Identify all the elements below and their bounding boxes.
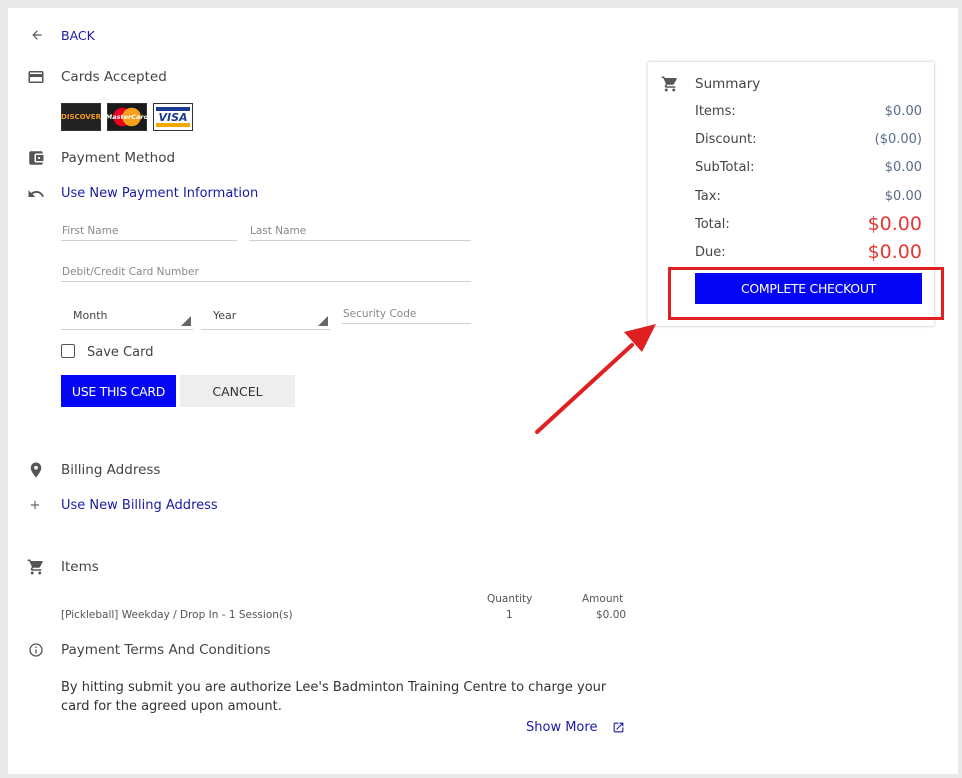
dropdown-triangle-icon bbox=[181, 316, 191, 326]
back-link[interactable]: BACK bbox=[61, 28, 95, 43]
cart-icon bbox=[27, 558, 45, 576]
summary-due-value: $0.00 bbox=[867, 241, 922, 263]
amount-column-header: Amount bbox=[582, 593, 624, 605]
summary-total-value: $0.00 bbox=[867, 213, 922, 235]
cart-icon bbox=[661, 75, 679, 93]
cards-accepted-title: Cards Accepted bbox=[61, 69, 167, 85]
item-amount: $0.00 bbox=[596, 609, 627, 621]
summary-subtotal-value: $0.00 bbox=[884, 160, 922, 175]
last-name-input[interactable] bbox=[249, 225, 471, 237]
summary-subtotal-row: SubTotal: $0.00 bbox=[695, 160, 922, 175]
first-name-field[interactable] bbox=[61, 219, 237, 241]
summary-discount-row: Discount: ($0.00) bbox=[695, 132, 922, 147]
summary-due-row: Due: $0.00 bbox=[695, 241, 922, 263]
location-pin-icon bbox=[27, 461, 45, 479]
summary-tax-label: Tax: bbox=[695, 189, 721, 204]
card-number-input[interactable] bbox=[61, 266, 471, 278]
undo-icon bbox=[27, 185, 45, 203]
info-icon bbox=[28, 642, 44, 658]
security-code-input[interactable] bbox=[342, 308, 471, 320]
summary-tax-row: Tax: $0.00 bbox=[695, 189, 922, 204]
item-quantity: 1 bbox=[506, 609, 513, 621]
month-select[interactable]: Month bbox=[61, 309, 193, 330]
summary-items-label: Items: bbox=[695, 104, 736, 119]
visa-logo: VISA bbox=[153, 103, 193, 131]
first-name-input[interactable] bbox=[61, 225, 237, 237]
summary-discount-value: ($0.00) bbox=[874, 132, 922, 147]
security-code-field[interactable] bbox=[342, 302, 471, 324]
cancel-button[interactable]: CANCEL bbox=[180, 375, 295, 407]
month-select-value: Month bbox=[73, 309, 108, 322]
use-this-card-button[interactable]: USE THIS CARD bbox=[61, 375, 176, 407]
summary-discount-label: Discount: bbox=[695, 132, 757, 147]
save-card-checkbox[interactable] bbox=[61, 344, 75, 358]
external-link-icon[interactable] bbox=[612, 721, 625, 734]
arrow-left-icon[interactable] bbox=[30, 28, 44, 42]
payment-method-title: Payment Method bbox=[61, 150, 176, 166]
wallet-icon bbox=[27, 149, 45, 167]
use-new-billing-link[interactable]: Use New Billing Address bbox=[61, 498, 218, 513]
summary-total-label: Total: bbox=[695, 217, 730, 232]
quantity-column-header: Quantity bbox=[487, 593, 533, 605]
annotation-highlight-box bbox=[668, 267, 944, 320]
mastercard-logo: MasterCard bbox=[106, 103, 148, 131]
checkout-page: BACK Cards Accepted DISCOVER MasterCard … bbox=[8, 8, 958, 774]
last-name-field[interactable] bbox=[249, 219, 471, 241]
discover-logo: DISCOVER bbox=[61, 103, 101, 131]
summary-due-label: Due: bbox=[695, 245, 726, 260]
plus-icon bbox=[28, 498, 42, 512]
card-number-field[interactable] bbox=[61, 260, 471, 282]
use-new-payment-link[interactable]: Use New Payment Information bbox=[61, 186, 258, 201]
summary-items-value: $0.00 bbox=[884, 104, 922, 119]
summary-total-row: Total: $0.00 bbox=[695, 213, 922, 235]
annotation-arrow bbox=[535, 324, 656, 434]
billing-address-title: Billing Address bbox=[61, 462, 161, 478]
items-title: Items bbox=[61, 559, 99, 575]
summary-title: Summary bbox=[695, 76, 761, 92]
summary-subtotal-label: SubTotal: bbox=[695, 160, 755, 175]
terms-title: Payment Terms And Conditions bbox=[61, 642, 271, 658]
item-name: [Pickleball] Weekday / Drop In - 1 Sessi… bbox=[61, 609, 293, 621]
summary-items-row: Items: $0.00 bbox=[695, 104, 922, 119]
credit-card-icon bbox=[27, 68, 45, 86]
year-select-value: Year bbox=[213, 309, 237, 322]
year-select[interactable]: Year bbox=[201, 309, 330, 330]
show-more-link[interactable]: Show More bbox=[526, 720, 597, 735]
save-card-label: Save Card bbox=[87, 345, 154, 360]
dropdown-triangle-icon bbox=[318, 316, 328, 326]
terms-text: By hitting submit you are authorize Lee'… bbox=[61, 680, 607, 714]
summary-tax-value: $0.00 bbox=[884, 189, 922, 204]
